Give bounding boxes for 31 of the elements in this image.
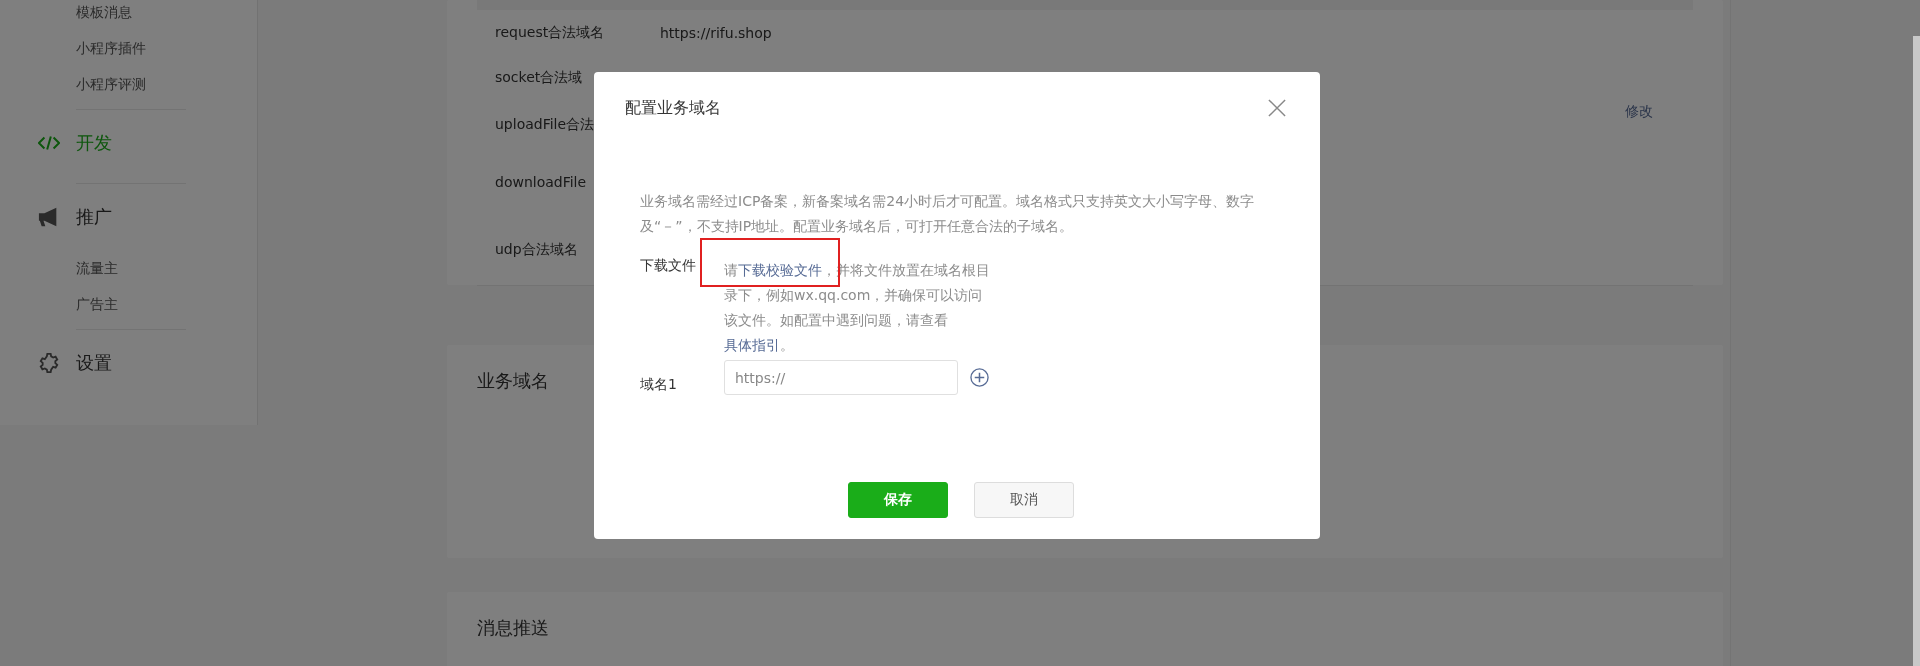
row-label: socket合法域	[495, 69, 584, 87]
sidebar-item[interactable]: 开发	[0, 110, 257, 176]
add-icon[interactable]	[970, 368, 989, 387]
description-text: 业务域名需经过ICP备案，新备案域名需24小时后才可配置。域名格式只支持英文大小写字母、数字及“－”，不支持IP地址。配置业务域名后，可打开任意合法的子域名。	[640, 192, 1256, 236]
settings-icon	[38, 353, 60, 373]
sidebar-item[interactable]: 小程序插件	[0, 30, 257, 66]
close-icon[interactable]	[1268, 99, 1286, 117]
sidebar-item[interactable]: 设置	[0, 330, 257, 396]
code-icon	[38, 133, 60, 153]
row-label: request合法域名	[495, 24, 606, 42]
download-link[interactable]: 具体指引	[724, 337, 780, 353]
sidebar-item[interactable]: 广告主	[0, 286, 257, 322]
section-title: 业务域名	[476, 369, 550, 393]
row-label: udp合法域名	[495, 240, 579, 259]
field-label: 域名1	[640, 375, 678, 394]
domain-value: https://rifu.shop	[660, 25, 772, 41]
sidebar-item[interactable]: 小程序评测	[0, 66, 257, 102]
row-label: downloadFile	[495, 174, 588, 190]
section-title: 消息推送	[476, 616, 550, 640]
edit-link[interactable]: 修改	[1625, 103, 1653, 121]
scrollbar[interactable]	[1913, 36, 1920, 666]
dialog-button[interactable]: 保存	[848, 482, 948, 518]
sidebar-item[interactable]: 推广	[0, 184, 257, 250]
dialog-button[interactable]: 取消	[974, 482, 1074, 518]
field-label: 下载文件	[640, 256, 697, 275]
dialog-title: 配置业务域名	[625, 97, 721, 119]
sidebar-item[interactable]: 模板消息	[0, 0, 257, 30]
download-link[interactable]: 下载校验文件	[738, 262, 822, 278]
row-label: uploadFile合法	[495, 116, 596, 134]
domain-input[interactable]: https://	[724, 360, 958, 395]
sidebar-item[interactable]: 流量主	[0, 250, 257, 286]
